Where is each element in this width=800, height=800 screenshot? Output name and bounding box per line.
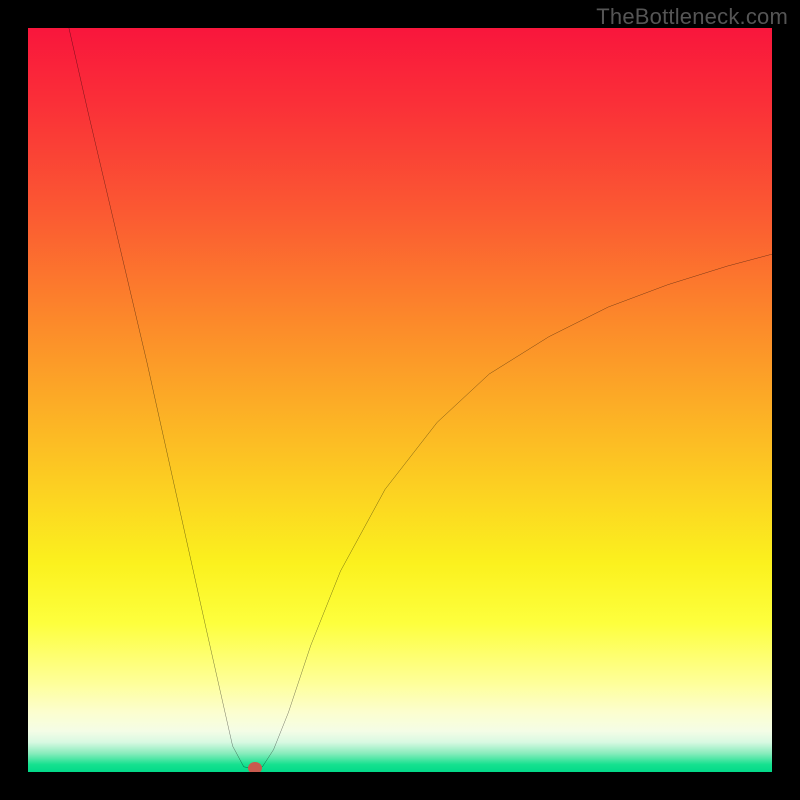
bottleneck-curve-path [69, 28, 772, 768]
chart-curve-svg [28, 28, 772, 772]
chart-plot-area [28, 28, 772, 772]
chart-marker-dot [248, 762, 262, 772]
watermark-text: TheBottleneck.com [596, 4, 788, 30]
